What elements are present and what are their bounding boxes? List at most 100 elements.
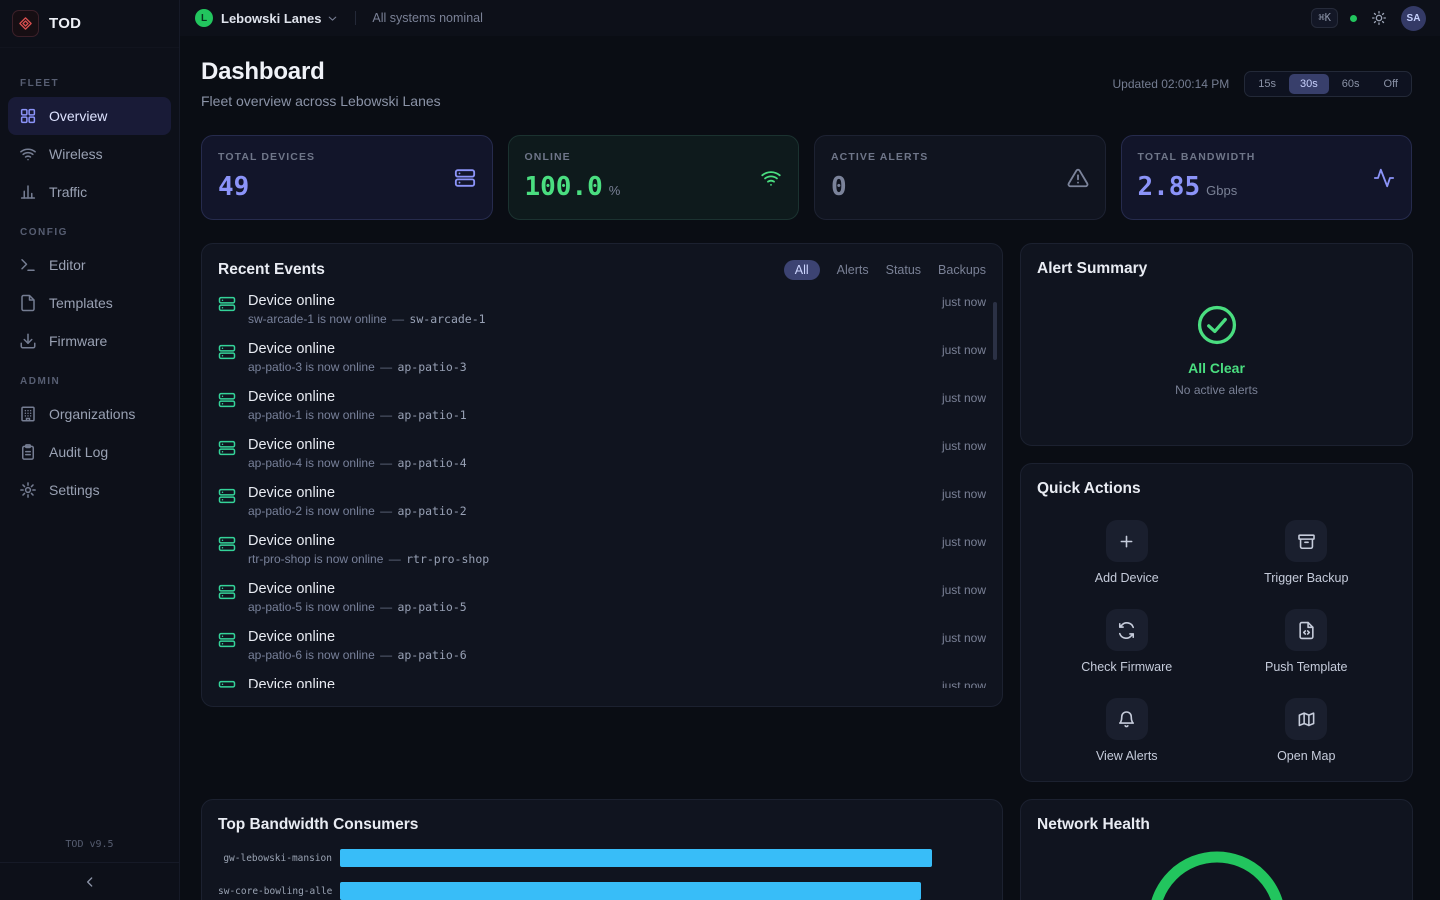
action-trigger-backup[interactable]: Trigger Backup	[1217, 520, 1397, 585]
tab-status[interactable]: Status	[886, 263, 921, 277]
event-title: Device online	[248, 677, 930, 688]
action-add-device[interactable]: Add Device	[1037, 520, 1217, 585]
stat-card-online: ONLINE 100.0 %	[508, 135, 800, 220]
tab-all[interactable]: All	[784, 260, 820, 280]
sidebar-item-wireless[interactable]: Wireless	[8, 135, 171, 173]
alert-detail-text: No active alerts	[1175, 383, 1258, 397]
page-subtitle: Fleet overview across Lebowski Lanes	[201, 93, 441, 109]
sidebar-item-traffic[interactable]: Traffic	[8, 173, 171, 211]
theme-toggle-button[interactable]	[1369, 8, 1389, 28]
server-icon	[218, 535, 236, 553]
server-icon	[218, 295, 236, 313]
stats-row: TOTAL DEVICES 49 ONLINE 100.0 %	[201, 135, 1412, 220]
events-scrollbar[interactable]	[993, 302, 997, 360]
tab-alerts[interactable]: Alerts	[837, 263, 869, 277]
action-view-alerts[interactable]: View Alerts	[1037, 698, 1217, 763]
bandwidth-device-label: gw-lebowski-mansion	[218, 853, 332, 864]
event-title: Device online	[248, 533, 930, 549]
bandwidth-bar	[340, 882, 921, 900]
event-row[interactable]: Device online ap-patio-1 is now online —…	[218, 386, 986, 434]
event-time: just now	[942, 295, 986, 309]
user-avatar[interactable]: SA	[1401, 6, 1426, 31]
topbar: L Lebowski Lanes All systems nominal ⌘K …	[180, 0, 1440, 36]
bandwidth-bar	[340, 849, 932, 867]
stat-card-total-devices: TOTAL DEVICES 49	[201, 135, 493, 220]
action-push-template[interactable]: Push Template	[1217, 609, 1397, 674]
org-avatar: L	[195, 9, 213, 27]
action-check-firmware[interactable]: Check Firmware	[1037, 609, 1217, 674]
server-icon	[218, 439, 236, 457]
refresh-option-30s[interactable]: 30s	[1289, 74, 1329, 94]
sidebar-item-settings[interactable]: Settings	[8, 471, 171, 509]
topbar-left: L Lebowski Lanes All systems nominal	[195, 9, 483, 27]
stat-unit: Gbps	[1206, 183, 1237, 198]
refresh-option-off[interactable]: Off	[1373, 74, 1409, 94]
archive-icon	[1285, 520, 1327, 562]
grid-icon	[19, 107, 37, 125]
dashboard-grid: Recent Events All Alerts Status Backups	[201, 243, 1412, 900]
live-status-dot	[1350, 15, 1357, 22]
recent-events-title: Recent Events	[218, 261, 325, 279]
event-separator: —	[389, 552, 401, 566]
map-icon	[1285, 698, 1327, 740]
sidebar-nav: FLEET Overview Wireless Traffic CONFIG E…	[0, 48, 179, 509]
sidebar-collapse-button[interactable]	[0, 862, 179, 900]
event-row[interactable]: Device online ap-patio-2 is now online —…	[218, 482, 986, 530]
event-row[interactable]: Device online just now	[218, 674, 986, 688]
section-label-fleet: FLEET	[20, 78, 171, 89]
stat-card-active-alerts: ACTIVE ALERTS 0	[814, 135, 1106, 220]
page-header: Dashboard Fleet overview across Lebowski…	[201, 58, 1412, 109]
wifi-icon	[19, 145, 37, 163]
sidebar-item-firmware[interactable]: Firmware	[8, 322, 171, 360]
sidebar-item-editor[interactable]: Editor	[8, 246, 171, 284]
sidebar-item-label: Templates	[49, 295, 113, 311]
event-detail: ap-patio-5 is now online	[248, 600, 375, 614]
command-palette-shortcut[interactable]: ⌘K	[1311, 8, 1338, 28]
event-row[interactable]: Device online ap-patio-5 is now online —…	[218, 578, 986, 626]
main-area: L Lebowski Lanes All systems nominal ⌘K …	[180, 0, 1440, 900]
alert-status-text: All Clear	[1188, 360, 1245, 376]
refresh-option-60s[interactable]: 60s	[1331, 74, 1371, 94]
alert-triangle-icon	[1067, 167, 1089, 189]
event-title: Device online	[248, 389, 930, 405]
refresh-option-15s[interactable]: 15s	[1247, 74, 1287, 94]
action-open-map[interactable]: Open Map	[1217, 698, 1397, 763]
event-title: Device online	[248, 437, 930, 453]
event-row[interactable]: Device online ap-patio-6 is now online —…	[218, 626, 986, 674]
event-device: ap-patio-5	[397, 600, 466, 614]
action-label: View Alerts	[1096, 749, 1158, 763]
system-status-text: All systems nominal	[372, 11, 482, 25]
download-icon	[19, 332, 37, 350]
recent-events-panel: Recent Events All Alerts Status Backups	[201, 243, 1003, 707]
sidebar-item-organizations[interactable]: Organizations	[8, 395, 171, 433]
event-row[interactable]: Device online ap-patio-3 is now online —…	[218, 338, 986, 386]
chevron-left-icon	[82, 874, 98, 890]
tab-backups[interactable]: Backups	[938, 263, 986, 277]
event-device: ap-patio-3	[397, 360, 466, 374]
sidebar-item-templates[interactable]: Templates	[8, 284, 171, 322]
event-row[interactable]: Device online ap-patio-4 is now online —…	[218, 434, 986, 482]
event-device: ap-patio-4	[397, 456, 466, 470]
sidebar-item-label: Organizations	[49, 406, 135, 422]
event-device: ap-patio-2	[397, 504, 466, 518]
event-row[interactable]: Device online sw-arcade-1 is now online …	[218, 290, 986, 338]
bandwidth-device-label: sw-core-bowling-alley	[218, 886, 332, 897]
network-health-gauge: 100	[1037, 845, 1396, 900]
section-label-config: CONFIG	[20, 227, 171, 238]
page-content: Dashboard Fleet overview across Lebowski…	[180, 36, 1440, 900]
right-column: Alert Summary All Clear No active alerts…	[1020, 243, 1413, 900]
sidebar-item-overview[interactable]: Overview	[8, 97, 171, 135]
sidebar-item-audit-log[interactable]: Audit Log	[8, 433, 171, 471]
stat-value: 100.0	[525, 172, 603, 202]
file-code-icon	[1285, 609, 1327, 651]
left-column: Recent Events All Alerts Status Backups	[201, 243, 1003, 900]
clipboard-icon	[19, 443, 37, 461]
action-label: Open Map	[1277, 749, 1335, 763]
action-label: Add Device	[1095, 571, 1159, 585]
org-switcher[interactable]: L Lebowski Lanes	[195, 9, 339, 27]
quick-actions-grid: Add Device Trigger Backup Check Firmware	[1037, 520, 1396, 763]
sidebar-item-label: Editor	[49, 257, 86, 273]
event-separator: —	[392, 312, 404, 326]
event-row[interactable]: Device online rtr-pro-shop is now online…	[218, 530, 986, 578]
action-label: Check Firmware	[1081, 660, 1172, 674]
